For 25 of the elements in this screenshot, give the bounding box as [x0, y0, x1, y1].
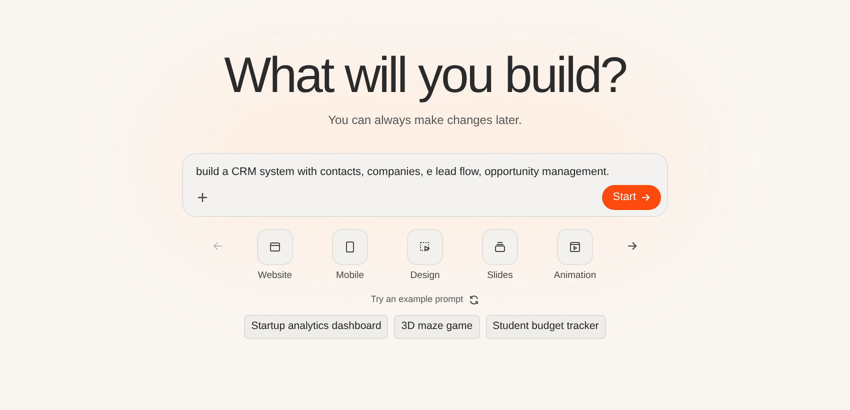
category-button[interactable]: [482, 229, 518, 265]
add-icon[interactable]: [197, 192, 208, 202]
browser-window-icon: [268, 240, 282, 254]
next-arrow-icon[interactable]: [627, 241, 637, 251]
example-prompt-chip[interactable]: Student budget tracker: [486, 314, 606, 339]
example-prompt-chip[interactable]: Startup analytics dashboard: [244, 314, 388, 339]
category-label: Animation: [554, 269, 596, 283]
category-label: Design: [410, 269, 440, 283]
category-button[interactable]: [557, 229, 593, 265]
category-label: Slides: [487, 269, 513, 283]
prompt-input[interactable]: build a CRM system with contacts, companies, e lead flow, opportunity management.: [196, 164, 654, 180]
examples-label: Try an example prompt: [370, 293, 464, 306]
subtitle: You can always make changes later.: [328, 112, 522, 129]
category-label: Website: [258, 269, 292, 283]
example-prompt-chip[interactable]: 3D maze game: [394, 314, 480, 339]
category-label: Mobile: [336, 269, 364, 283]
stacked-cards-icon: [493, 240, 507, 254]
refresh-icon[interactable]: [469, 295, 480, 305]
category-button[interactable]: [257, 229, 293, 265]
category-button[interactable]: [332, 229, 368, 265]
play-window-icon: [568, 240, 582, 254]
selection-cursor-icon: [418, 240, 432, 254]
phone-icon: [343, 240, 357, 254]
arrow-right-icon: [641, 192, 650, 202]
page-heading: What will you build?: [224, 47, 626, 103]
